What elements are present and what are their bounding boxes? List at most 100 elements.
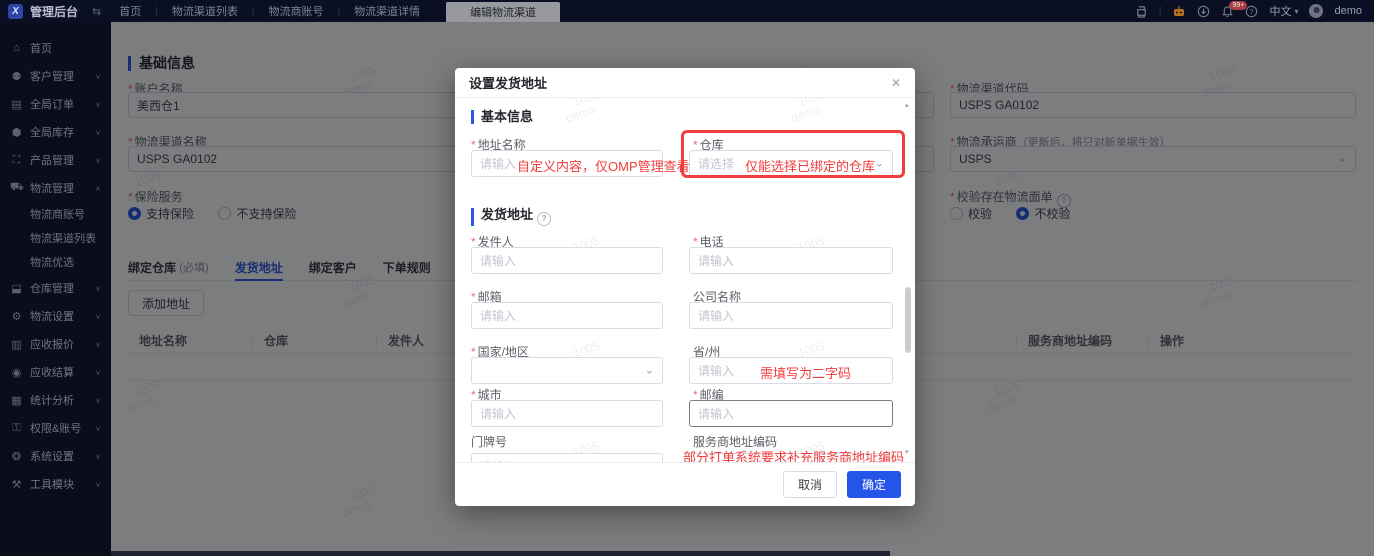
nav-tab-channel-detail[interactable]: 物流渠道详情 bbox=[354, 3, 420, 19]
provider-code-annotation: 部分打单系统要求补充服务商地址编码 bbox=[683, 450, 905, 462]
nav-tab-provider-account[interactable]: 物流商账号 bbox=[268, 3, 323, 19]
sidebar-subitem-provider-account[interactable]: 物流商账号 bbox=[0, 202, 111, 226]
collapse-sidebar-icon[interactable]: ⇆ bbox=[92, 5, 101, 18]
warehouse-icon: ⬓ bbox=[11, 282, 22, 295]
help-icon: ? bbox=[537, 212, 552, 226]
phone-input[interactable] bbox=[689, 247, 893, 274]
sidebar-item-warehouse[interactable]: ⬓ 仓库管理 ∨ bbox=[0, 274, 111, 302]
top-bar: X 管理后台 ⇆ 首页 | 物流渠道列表 | 物流商账号 | 物流渠道详情 编辑… bbox=[0, 0, 1374, 22]
breadcrumb-tabs: 首页 | 物流渠道列表 | 物流商账号 | 物流渠道详情 编辑物流渠道 bbox=[119, 0, 561, 22]
printer-icon[interactable] bbox=[1135, 5, 1148, 18]
house-number-label: 门牌号 bbox=[471, 435, 508, 449]
sidebar-item-logistics[interactable]: ⛟ 物流管理 ∧ bbox=[0, 174, 111, 202]
sidebar-item-receivable-settlement[interactable]: ◉ 应收结算 ∨ bbox=[0, 358, 111, 386]
zip-input[interactable] bbox=[689, 400, 893, 427]
scrollbar-thumb[interactable] bbox=[905, 287, 911, 353]
chevron-down-icon: ∨ bbox=[95, 128, 101, 136]
modal-section-basic-info: 基本信息 bbox=[471, 110, 533, 124]
caret-down-icon: ▾ bbox=[1294, 6, 1299, 16]
nav-separator: | bbox=[155, 5, 158, 17]
topbar-divider: | bbox=[1158, 5, 1162, 17]
address-name-annotation: 自定义内容，仅OMP管理查看 bbox=[517, 159, 690, 174]
country-select[interactable]: ⌄ bbox=[471, 357, 663, 384]
sidebar-subitem-channel-list[interactable]: 物流渠道列表 bbox=[0, 226, 111, 250]
chevron-down-icon: ⌄ bbox=[874, 156, 884, 169]
close-icon[interactable]: ✕ bbox=[891, 76, 901, 90]
nav-tab-channel-list[interactable]: 物流渠道列表 bbox=[172, 3, 238, 19]
sidebar-item-products[interactable]: ⛶ 产品管理 ∨ bbox=[0, 146, 111, 174]
truck-icon: ⛟ bbox=[10, 181, 24, 193]
confirm-button[interactable]: 确定 bbox=[846, 471, 901, 498]
city-input[interactable] bbox=[471, 400, 663, 427]
tools-icon: ⚒ bbox=[11, 478, 22, 491]
sidebar-subitem-logistics-preferred[interactable]: 物流优选 bbox=[0, 250, 111, 274]
modal-section-shipping-address: 发货地址? bbox=[471, 208, 552, 226]
chevron-down-icon: ∨ bbox=[95, 156, 101, 164]
home-icon: ⌂ bbox=[13, 42, 20, 54]
sender-input[interactable] bbox=[471, 247, 663, 274]
customers-icon: ⚉ bbox=[11, 70, 22, 83]
chevron-down-icon: ∨ bbox=[95, 340, 101, 348]
notification-badge: 99+ bbox=[1229, 0, 1248, 10]
chevron-down-icon: ∨ bbox=[95, 396, 101, 404]
chart-icon: ▦ bbox=[11, 394, 22, 407]
warehouse-annotation: 仅能选择已绑定的仓库 bbox=[745, 159, 876, 174]
nav-separator: | bbox=[251, 5, 255, 17]
robot-assistant-icon[interactable] bbox=[1172, 5, 1186, 18]
username-label: demo bbox=[1334, 5, 1362, 17]
download-icon[interactable] bbox=[1197, 5, 1210, 18]
chevron-down-icon: ∨ bbox=[95, 284, 101, 292]
cancel-button[interactable]: 取消 bbox=[782, 471, 837, 498]
scroll-up-icon[interactable]: ▴ bbox=[905, 101, 909, 109]
sidebar-item-home[interactable]: ⌂ 首页 bbox=[0, 34, 111, 62]
sidebar-item-receivable-quotes[interactable]: ▥ 应收报价 ∨ bbox=[0, 330, 111, 358]
nav-tab-edit-channel[interactable]: 编辑物流渠道 bbox=[446, 2, 561, 22]
sidebar-item-permissions[interactable]: ⚿ 权限&账号 ∨ bbox=[0, 414, 111, 442]
shipping-address-dialog: 设置发货地址 ✕ 1005demo 1005demo 1005demo 1005… bbox=[455, 68, 915, 506]
chevron-up-icon: ∧ bbox=[95, 184, 101, 192]
quote-icon: ▥ bbox=[11, 338, 22, 351]
dialog-body: 1005demo 1005demo 1005demo 1005demo 1005… bbox=[455, 98, 915, 462]
sidebar-item-global-orders[interactable]: ▤ 全局订单 ∨ bbox=[0, 90, 111, 118]
sidebar-item-analytics[interactable]: ▦ 统计分析 ∨ bbox=[0, 386, 111, 414]
system-icon: ❂ bbox=[11, 450, 22, 463]
dialog-title: 设置发货地址 bbox=[469, 76, 548, 91]
gear-icon: ⚙ bbox=[11, 310, 22, 323]
chevron-down-icon: ∨ bbox=[95, 368, 101, 376]
language-label: 中文 bbox=[1269, 6, 1292, 18]
chevron-down-icon: ∨ bbox=[95, 424, 101, 432]
nav-separator: | bbox=[337, 5, 341, 17]
app-logo-icon: X bbox=[8, 3, 23, 19]
notifications[interactable]: 99+ bbox=[1221, 0, 1248, 18]
key-icon: ⚿ bbox=[12, 421, 21, 434]
help-icon[interactable]: ? bbox=[1245, 5, 1258, 18]
scroll-down-icon[interactable]: ▾ bbox=[905, 448, 909, 456]
settlement-icon: ◉ bbox=[11, 366, 22, 379]
dialog-footer: 取消 确定 bbox=[455, 462, 915, 506]
language-selector[interactable]: 中文 ▾ bbox=[1269, 3, 1298, 19]
house-number-input[interactable] bbox=[471, 453, 663, 462]
sidebar-menu: ⌂ 首页 ⚉ 客户管理 ∨ ▤ 全局订单 ∨ ⬢ 全局库存 ∨ ⛶ 产品管理 ∨ ⛟ 物流管理 ∧ 物… bbox=[0, 22, 111, 556]
dialog-header: 设置发货地址 ✕ bbox=[455, 68, 915, 98]
inventory-icon: ⬢ bbox=[11, 126, 22, 139]
topbar-actions: | 99+ ? 中文 ▾ ☻ demo bbox=[1135, 0, 1374, 19]
chevron-down-icon: ∨ bbox=[95, 312, 101, 320]
chevron-down-icon: ⌄ bbox=[644, 363, 654, 376]
app-window: X 管理后台 ⇆ 首页 | 物流渠道列表 | 物流商账号 | 物流渠道详情 编辑… bbox=[0, 0, 1374, 556]
chevron-down-icon: ∨ bbox=[95, 100, 101, 108]
sidebar-item-system-settings[interactable]: ❂ 系统设置 ∨ bbox=[0, 442, 111, 470]
chevron-down-icon: ∨ bbox=[95, 72, 101, 80]
sidebar-item-logistics-settings[interactable]: ⚙ 物流设置 ∨ bbox=[0, 302, 111, 330]
user-avatar[interactable]: ☻ bbox=[1309, 4, 1324, 18]
svg-text:?: ? bbox=[1250, 8, 1254, 15]
sidebar-item-global-inventory[interactable]: ⬢ 全局库存 ∨ bbox=[0, 118, 111, 146]
email-input[interactable] bbox=[471, 302, 663, 329]
products-icon: ⛶ bbox=[12, 153, 21, 166]
company-input[interactable] bbox=[689, 302, 893, 329]
state-annotation: 需填写为二字码 bbox=[760, 366, 852, 381]
sidebar-item-customers[interactable]: ⚉ 客户管理 ∨ bbox=[0, 62, 111, 90]
sidebar-item-tools[interactable]: ⚒ 工具模块 ∨ bbox=[0, 470, 111, 498]
app-title: 管理后台 bbox=[30, 4, 79, 19]
chevron-down-icon: ∨ bbox=[95, 452, 101, 460]
nav-tab-home[interactable]: 首页 bbox=[119, 3, 141, 19]
